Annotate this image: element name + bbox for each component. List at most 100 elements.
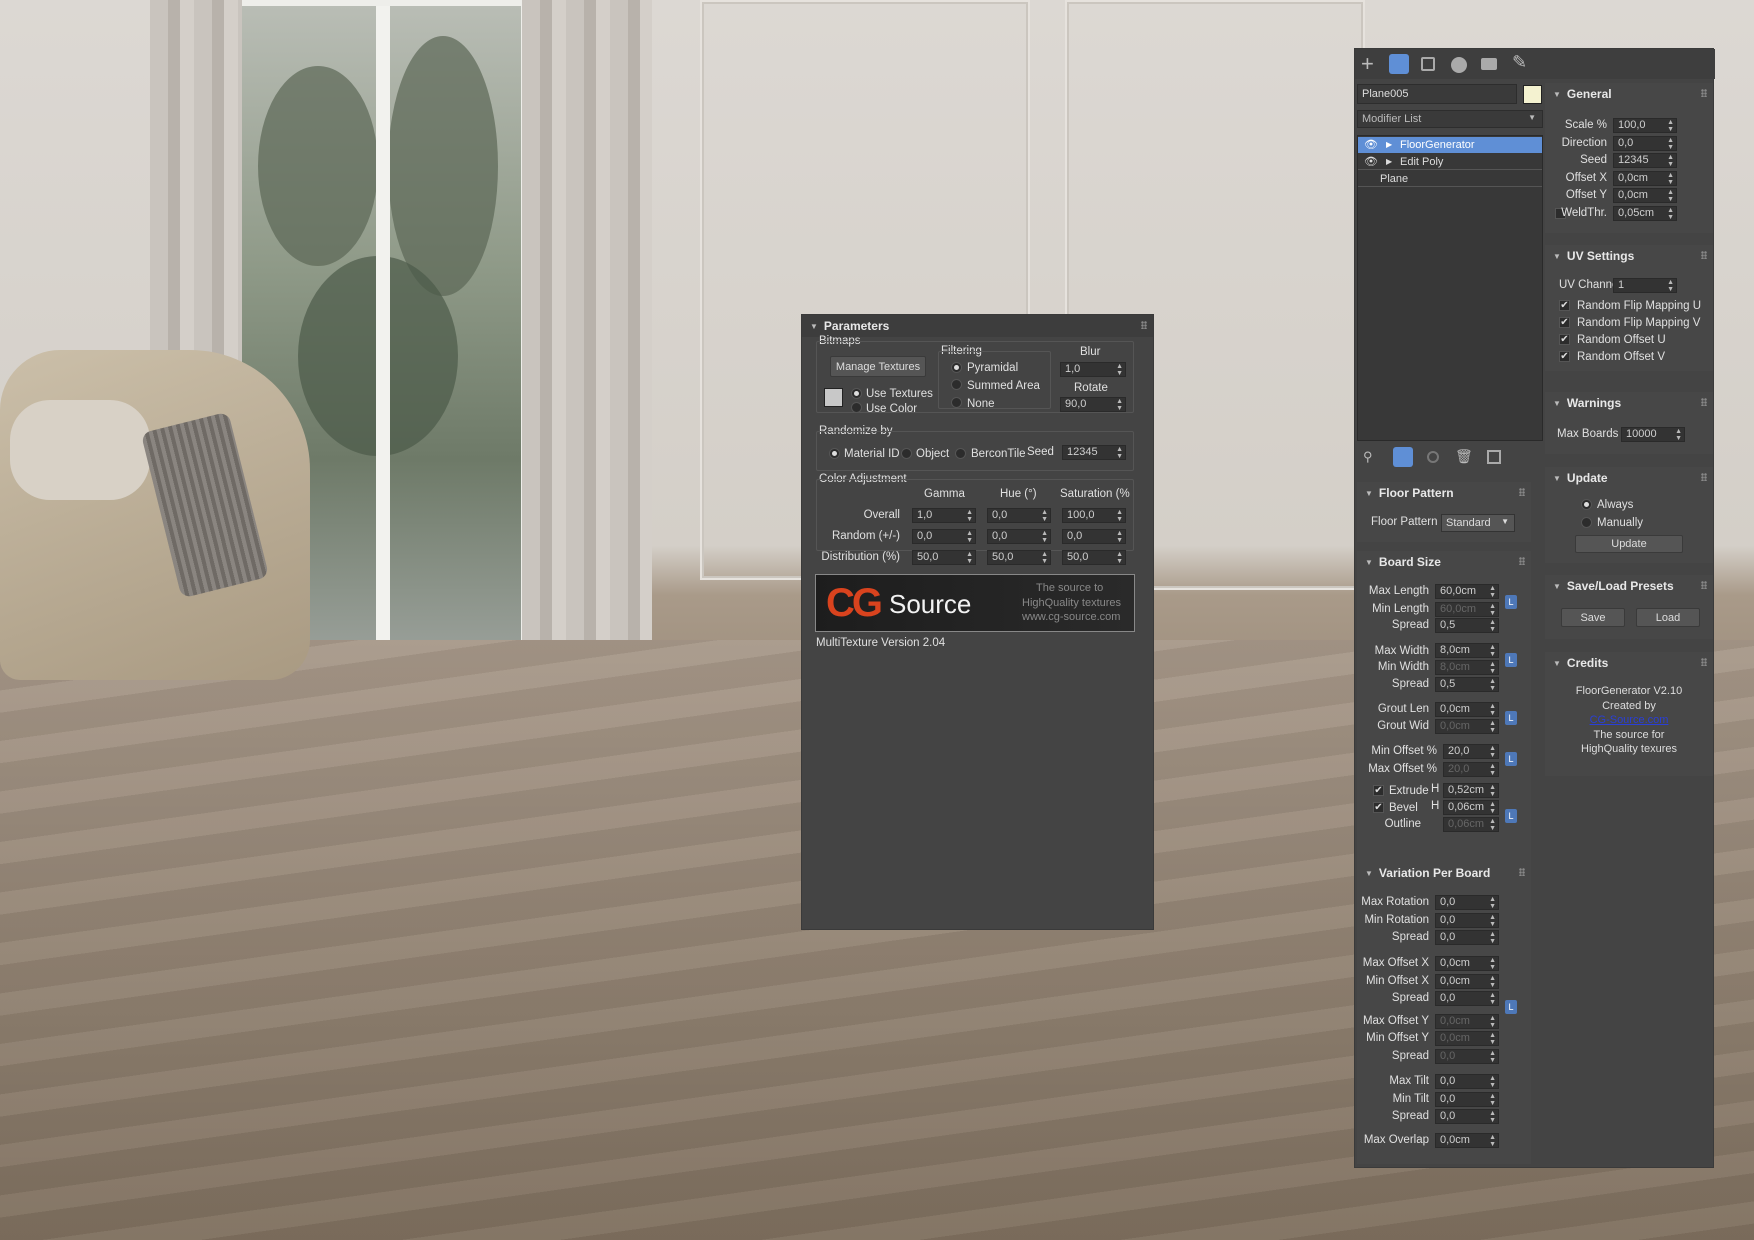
rotation-spread-spinner[interactable]: 0,0 ▲ ▼ xyxy=(1435,930,1499,945)
length-lock-button[interactable]: L xyxy=(1505,595,1517,609)
min-offset-y-spinner[interactable]: 0,0cm ▲ ▼ xyxy=(1435,1031,1499,1046)
display-tab-icon[interactable] xyxy=(1481,58,1497,70)
drag-handle-icon[interactable] xyxy=(1701,581,1707,589)
max-boards-spinner[interactable]: 10000 ▲ ▼ xyxy=(1621,427,1685,442)
distribution-saturation-spinner[interactable]: 50,0 ▲ ▼ xyxy=(1062,550,1126,565)
modifier-list-dropdown[interactable]: Modifier List ▼ xyxy=(1357,110,1543,128)
general-header[interactable]: ▼ General xyxy=(1545,83,1713,105)
min-offset-x-spinner[interactable]: 0,0cm ▲ ▼ xyxy=(1435,974,1499,989)
credits-header[interactable]: ▼ Credits xyxy=(1545,652,1713,674)
presets-header[interactable]: ▼ Save/Load Presets xyxy=(1545,575,1713,597)
length-spread-spinner[interactable]: 0,5 ▲ ▼ xyxy=(1435,618,1499,633)
show-end-result-icon[interactable] xyxy=(1393,447,1413,467)
update-manually-radio[interactable] xyxy=(1581,517,1592,528)
outline-spinner[interactable]: 0,06cm ▲ ▼ xyxy=(1443,817,1499,832)
min-tilt-spinner[interactable]: 0,0 ▲ ▼ xyxy=(1435,1092,1499,1107)
expand-triangle-icon[interactable]: ▶ xyxy=(1386,137,1392,153)
drag-handle-icon[interactable] xyxy=(1701,89,1707,97)
max-offset-x-spinner[interactable]: 0,0cm ▲ ▼ xyxy=(1435,956,1499,971)
bevel-height-spinner[interactable]: 0,06cm ▲ ▼ xyxy=(1443,800,1499,815)
offset-xy-lock-button[interactable]: L xyxy=(1505,1000,1517,1014)
grout-len-spinner[interactable]: 0,0cm ▲ ▼ xyxy=(1435,702,1499,717)
drag-handle-icon[interactable] xyxy=(1701,398,1707,406)
grout-lock-button[interactable]: L xyxy=(1505,711,1517,725)
random-offset-v-checkbox[interactable]: ✔ xyxy=(1559,351,1570,362)
use-textures-radio[interactable] xyxy=(851,388,862,399)
random-hue-spinner[interactable]: 0,0 ▲ ▼ xyxy=(987,529,1051,544)
extrude-height-spinner[interactable]: 0,52cm ▲ ▼ xyxy=(1443,783,1499,798)
max-tilt-spinner[interactable]: 0,0 ▲ ▼ xyxy=(1435,1074,1499,1089)
bevel-checkbox[interactable]: ✔ xyxy=(1373,802,1384,813)
object-radio[interactable] xyxy=(901,448,912,459)
modify-tab-icon[interactable] xyxy=(1389,54,1409,74)
cg-source-logo-banner[interactable]: CG Source The source to HighQuality text… xyxy=(815,574,1135,632)
offset-lock-button[interactable]: L xyxy=(1505,752,1517,766)
random-saturation-spinner[interactable]: 0,0 ▲ ▼ xyxy=(1062,529,1126,544)
create-tab-icon[interactable]: + xyxy=(1361,51,1374,77)
random-flip-v-checkbox[interactable]: ✔ xyxy=(1559,317,1570,328)
offset-y-spread-spinner[interactable]: 0,0 ▲ ▼ xyxy=(1435,1049,1499,1064)
object-name-field[interactable]: Plane005 xyxy=(1357,84,1517,104)
pyramidal-radio[interactable] xyxy=(951,362,962,373)
manage-textures-button[interactable]: Manage Textures xyxy=(830,356,926,377)
material-id-radio[interactable] xyxy=(829,448,840,459)
extrude-checkbox[interactable]: ✔ xyxy=(1373,785,1384,796)
drag-handle-icon[interactable] xyxy=(1701,473,1707,481)
color-swatch[interactable] xyxy=(824,388,843,407)
summed-area-radio[interactable] xyxy=(951,379,962,390)
drag-handle-icon[interactable] xyxy=(1519,557,1525,565)
uv-settings-header[interactable]: ▼ UV Settings xyxy=(1545,245,1713,267)
distribution-gamma-spinner[interactable]: 50,0 ▲ ▼ xyxy=(912,550,976,565)
drag-handle-icon[interactable] xyxy=(1519,488,1525,496)
offset-x-spinner[interactable]: 0,0cm ▲ ▼ xyxy=(1613,171,1677,186)
max-width-spinner[interactable]: 8,0cm ▲ ▼ xyxy=(1435,643,1499,658)
width-spread-spinner[interactable]: 0,5 ▲ ▼ xyxy=(1435,677,1499,692)
random-gamma-spinner[interactable]: 0,0 ▲ ▼ xyxy=(912,529,976,544)
update-button[interactable]: Update xyxy=(1575,535,1683,553)
stack-item-plane[interactable]: Plane xyxy=(1358,171,1542,187)
offset-x-spread-spinner[interactable]: 0,0 ▲ ▼ xyxy=(1435,991,1499,1006)
overall-saturation-spinner[interactable]: 100,0 ▲ ▼ xyxy=(1062,508,1126,523)
utilities-tab-icon[interactable]: ✎ xyxy=(1512,52,1527,73)
hierarchy-tab-icon[interactable] xyxy=(1421,57,1435,71)
object-color-swatch[interactable] xyxy=(1523,85,1542,104)
offset-y-spinner[interactable]: 0,0cm ▲ ▼ xyxy=(1613,188,1677,203)
none-radio[interactable] xyxy=(951,397,962,408)
rotate-spinner[interactable]: 90,0 ▲ ▼ xyxy=(1060,397,1126,412)
variation-header[interactable]: ▼ Variation Per Board xyxy=(1357,862,1531,884)
configure-modifier-sets-icon[interactable] xyxy=(1487,450,1501,464)
max-rotation-spinner[interactable]: 0,0 ▲ ▼ xyxy=(1435,895,1499,910)
drag-handle-icon[interactable] xyxy=(1519,868,1525,876)
remove-modifier-icon[interactable]: 🗑 xyxy=(1455,448,1473,465)
overall-hue-spinner[interactable]: 0,0 ▲ ▼ xyxy=(987,508,1051,523)
max-offset-spinner[interactable]: 20,0 ▲ ▼ xyxy=(1443,762,1499,777)
credits-link[interactable]: CG-Source.com xyxy=(1545,713,1713,728)
stack-item-floorgenerator[interactable]: 👁 ▶ FloorGenerator xyxy=(1358,137,1542,153)
scale-spinner[interactable]: 100,0 ▲ ▼ xyxy=(1613,118,1677,133)
pin-stack-icon[interactable]: ⚲ xyxy=(1363,449,1373,465)
random-offset-u-checkbox[interactable]: ✔ xyxy=(1559,334,1570,345)
general-seed-spinner[interactable]: 12345 ▲ ▼ xyxy=(1613,153,1677,168)
drag-handle-icon[interactable] xyxy=(1701,658,1707,666)
stack-item-edit-poly[interactable]: 👁 ▶ Edit Poly xyxy=(1358,154,1542,170)
direction-spinner[interactable]: 0,0 ▲ ▼ xyxy=(1613,136,1677,151)
max-offset-y-spinner[interactable]: 0,0cm ▲ ▼ xyxy=(1435,1014,1499,1029)
eye-icon[interactable]: 👁 xyxy=(1364,137,1378,153)
save-preset-button[interactable]: Save xyxy=(1561,608,1625,627)
distribution-hue-spinner[interactable]: 50,0 ▲ ▼ xyxy=(987,550,1051,565)
eye-icon[interactable]: 👁 xyxy=(1364,154,1378,170)
random-flip-u-checkbox[interactable]: ✔ xyxy=(1559,300,1570,311)
update-header[interactable]: ▼ Update xyxy=(1545,467,1713,489)
seed-spinner[interactable]: 12345 ▲ ▼ xyxy=(1062,445,1126,460)
parameters-rollout-header[interactable]: ▼ Parameters xyxy=(802,315,1153,337)
grout-wid-spinner[interactable]: 0,0cm ▲ ▼ xyxy=(1435,719,1499,734)
board-size-header[interactable]: ▼ Board Size xyxy=(1357,551,1531,573)
tilt-spread-spinner[interactable]: 0,0 ▲ ▼ xyxy=(1435,1109,1499,1124)
load-preset-button[interactable]: Load xyxy=(1636,608,1700,627)
max-length-spinner[interactable]: 60,0cm ▲ ▼ xyxy=(1435,584,1499,599)
blur-spinner[interactable]: 1,0 ▲ ▼ xyxy=(1060,362,1126,377)
warnings-header[interactable]: ▼ Warnings xyxy=(1545,392,1713,414)
max-overlap-spinner[interactable]: 0,0cm ▲ ▼ xyxy=(1435,1133,1499,1148)
min-width-spinner[interactable]: 8,0cm ▲ ▼ xyxy=(1435,660,1499,675)
weld-threshold-spinner[interactable]: 0,05cm ▲ ▼ xyxy=(1613,206,1677,221)
